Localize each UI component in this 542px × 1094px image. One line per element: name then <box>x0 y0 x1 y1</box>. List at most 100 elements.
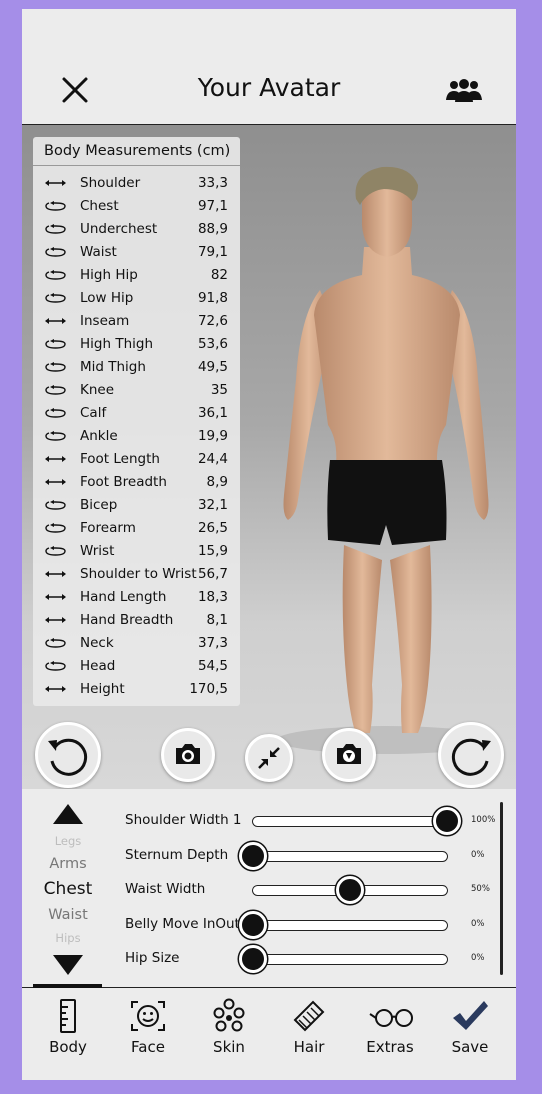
measurement-row: High Thigh 53,6 <box>33 333 240 356</box>
nav-label-save: Save <box>451 1038 489 1056</box>
measurement-row: Hand Length 18,3 <box>33 586 240 609</box>
camera-icon <box>176 744 200 764</box>
measurement-value: 33,3 <box>197 175 228 191</box>
measurement-row: Chest 97,1 <box>33 195 240 218</box>
slider-label: Belly Move InOut <box>125 915 240 932</box>
measurement-value: 54,5 <box>197 658 228 674</box>
category-waist[interactable]: Waist <box>22 907 114 923</box>
slider-percent: 50% <box>471 884 490 894</box>
rotate-right-icon <box>451 738 491 776</box>
circumference-icon <box>45 546 66 556</box>
measurement-value: 88,9 <box>197 221 228 237</box>
measurement-row: Height 170,5 <box>33 678 240 701</box>
circumference-icon <box>45 431 66 441</box>
comb-icon <box>293 1000 325 1032</box>
slider-knob[interactable] <box>239 945 267 973</box>
measurement-row: Shoulder to Wrist 56,7 <box>33 563 240 586</box>
measurement-value: 35 <box>210 382 228 398</box>
measurement-row: High Hip 82 <box>33 264 240 287</box>
measurement-value: 72,6 <box>197 313 228 329</box>
measurement-label: Wrist <box>80 543 115 559</box>
nav-item-face[interactable]: Face <box>107 988 189 1080</box>
nav-label-hair: Hair <box>293 1038 325 1056</box>
slider-percent: 0% <box>471 953 485 963</box>
slider-label: Waist Width <box>125 881 206 897</box>
measurement-value: 53,6 <box>197 336 228 352</box>
measurement-row: Head 54,5 <box>33 655 240 678</box>
measurement-value: 19,9 <box>197 428 228 444</box>
measurement-row: Underchest 88,9 <box>33 218 240 241</box>
measurement-label: Knee <box>80 382 115 398</box>
header: Your Avatar <box>22 9 516 125</box>
camera-download-icon <box>337 744 361 764</box>
adjustment-panel: Legs Arms Chest Waist Hips Shoulder Width 1 1… <box>22 790 516 987</box>
measurement-value: 8,1 <box>206 612 228 628</box>
circumference-icon <box>45 224 66 234</box>
category-down-arrow[interactable] <box>53 955 83 975</box>
measurement-label: Head <box>80 658 116 674</box>
circumference-icon <box>45 408 66 418</box>
category-up-arrow[interactable] <box>53 804 83 824</box>
measurement-row: Bicep 32,1 <box>33 494 240 517</box>
slider-knob[interactable] <box>336 876 364 904</box>
measurement-label: Foot Breadth <box>80 474 167 490</box>
slider-knob[interactable] <box>433 807 461 835</box>
measurement-row: Forearm 26,5 <box>33 517 240 540</box>
category-hips[interactable]: Hips <box>22 931 114 945</box>
circumference-icon <box>45 270 66 280</box>
measurement-label: Shoulder to Wrist <box>80 566 197 582</box>
measurement-row: Low Hip 91,8 <box>33 287 240 310</box>
bottom-nav: Body Face Skin Hair Extras Save <box>22 984 516 1080</box>
slider-track[interactable] <box>252 876 448 904</box>
nav-item-skin[interactable]: Skin <box>188 988 270 1080</box>
measurement-row: Wrist 15,9 <box>33 540 240 563</box>
face-icon <box>131 1001 165 1031</box>
circumference-icon <box>45 247 66 257</box>
fit-view-button[interactable] <box>245 734 293 782</box>
slider-knob[interactable] <box>239 841 267 870</box>
measurement-value: 8,9 <box>206 474 228 490</box>
group-icon[interactable] <box>446 78 482 102</box>
measurement-label: Foot Length <box>80 451 160 467</box>
body-measurements-panel: Body Measurements (cm) Shoulder 33,3 Chest… <box>33 137 240 706</box>
slider-track[interactable] <box>239 910 448 939</box>
measurement-label: Mid Thigh <box>80 359 146 375</box>
slider-track[interactable] <box>239 945 448 973</box>
nav-label-skin: Skin <box>213 1038 245 1056</box>
measurement-row: Calf 36,1 <box>33 402 240 425</box>
nav-item-body[interactable]: Body <box>27 988 109 1080</box>
sliders-scrollbar[interactable] <box>500 802 503 975</box>
measurement-value: 26,5 <box>197 520 228 536</box>
download-screenshot-button[interactable] <box>322 728 376 782</box>
measurement-label: Inseam <box>80 313 130 329</box>
avatar-figure[interactable] <box>252 165 502 765</box>
category-arms[interactable]: Arms <box>22 856 114 872</box>
nav-item-save[interactable]: Save <box>429 988 511 1080</box>
slider-track[interactable] <box>239 841 448 870</box>
slider-track[interactable] <box>252 807 461 835</box>
circumference-icon <box>45 385 66 395</box>
measurement-label: Bicep <box>80 497 118 513</box>
measurement-label: Calf <box>80 405 107 421</box>
avatar-viewer[interactable]: Body Measurements (cm) Shoulder 33,3 Chest… <box>22 125 516 789</box>
measurement-value: 56,7 <box>197 566 228 582</box>
nav-label-face: Face <box>131 1038 165 1056</box>
length-arrow-icon <box>45 571 66 577</box>
category-legs[interactable]: Legs <box>22 834 114 848</box>
screenshot-button[interactable] <box>161 728 215 782</box>
measurement-value: 24,4 <box>197 451 228 467</box>
nav-item-extras[interactable]: Extras <box>349 988 431 1080</box>
slider-knob[interactable] <box>239 910 267 939</box>
length-arrow-icon <box>45 686 66 692</box>
measurement-value: 91,8 <box>197 290 228 306</box>
measurement-label: Hand Length <box>80 589 167 605</box>
length-arrow-icon <box>45 180 66 186</box>
rotate-left-button[interactable] <box>35 722 101 788</box>
rotate-right-button[interactable] <box>438 722 504 788</box>
circumference-icon <box>45 362 66 372</box>
measurement-value: 170,5 <box>189 681 228 697</box>
circumference-icon <box>45 339 66 349</box>
nav-item-hair[interactable]: Hair <box>268 988 350 1080</box>
category-chest[interactable]: Chest <box>22 879 114 899</box>
measurement-label: Underchest <box>80 221 158 237</box>
